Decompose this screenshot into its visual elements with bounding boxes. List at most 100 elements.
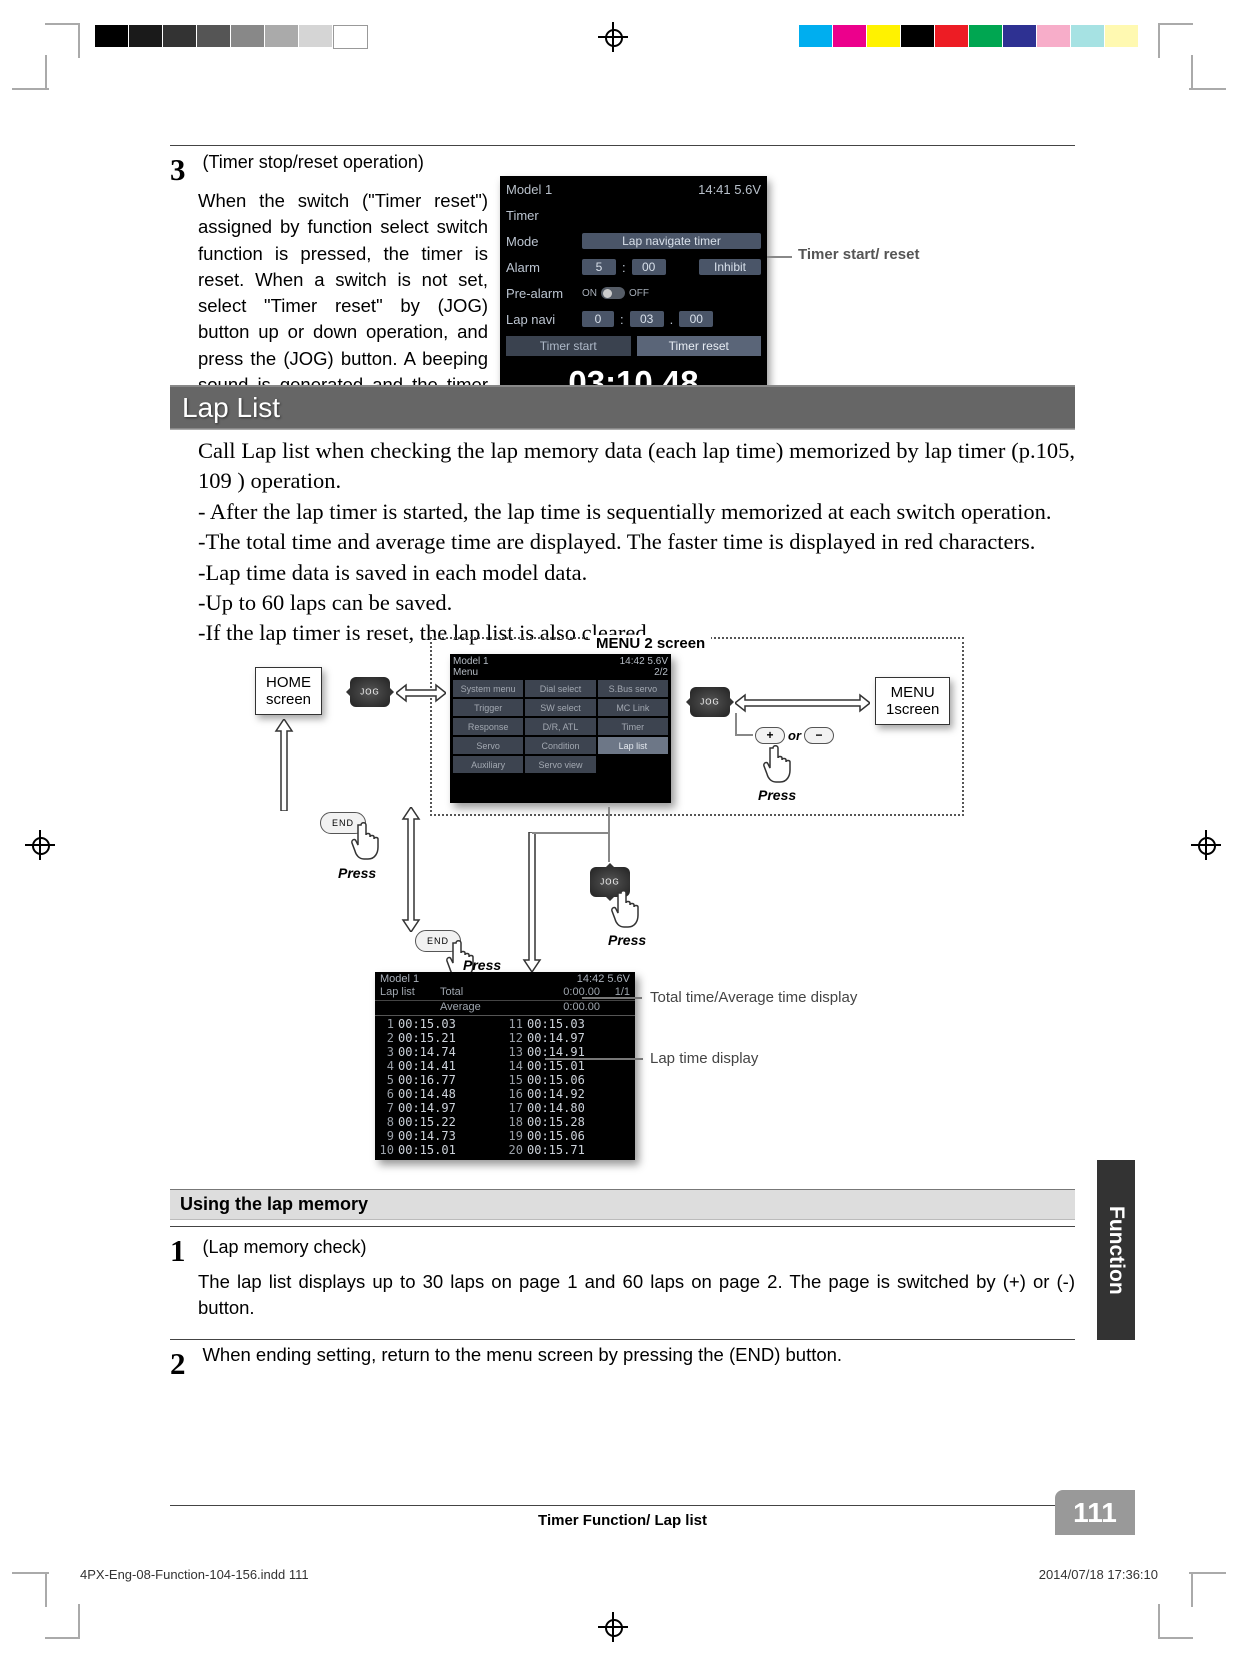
lap-entry: 600:14.48 [378, 1087, 503, 1101]
lcd-timer-label: Timer [506, 208, 539, 223]
lcd-lapnavi-c: 00 [679, 311, 713, 327]
lcd-lapnavi-a: 0 [582, 311, 614, 327]
imprint-left: 4PX-Eng-08-Function-104-156.indd 111 [80, 1567, 309, 1582]
crop-mark [1191, 55, 1193, 90]
lap-entry: 1500:15.06 [507, 1073, 632, 1087]
crop-mark [12, 1572, 49, 1574]
step-2-block: 2 When ending setting, return to the men… [170, 1339, 1075, 1382]
lap-entry: 1300:14.91 [507, 1045, 632, 1059]
step-1-block: 1 (Lap memory check) The lap list displa… [170, 1226, 1075, 1322]
callout-line [545, 1058, 643, 1060]
crop-mark [1158, 1604, 1160, 1639]
lcd-mode-value: Lap navigate timer [582, 233, 761, 249]
lcd-alarm-min: 5 [582, 259, 616, 275]
lap-entry: 200:15.21 [378, 1031, 503, 1045]
lcd-model: Model 1 [506, 182, 552, 197]
jog-icon [690, 687, 730, 717]
connector-line [735, 734, 753, 736]
lcd-alarm-sep: : [622, 260, 626, 275]
lap-entry: 700:14.97 [378, 1101, 503, 1115]
press-label: Press [463, 957, 501, 973]
footer-title: Timer Function/ Lap list [170, 1505, 1075, 1529]
lcd-timer-reset-button: Timer reset [637, 336, 762, 356]
lcd-alarm-state: Inhibit [699, 259, 761, 275]
step2-body: When ending setting, return to the menu … [202, 1344, 842, 1365]
lap-entry: 300:14.74 [378, 1045, 503, 1059]
lcd-status: 14:41 5.6V [698, 182, 761, 197]
section-header-lap-list: Lap List [170, 385, 1075, 430]
or-label: or [788, 728, 801, 743]
lcd-lapnavi-b: 03 [630, 311, 664, 327]
lap-entry: 1900:15.06 [507, 1129, 632, 1143]
crop-mark [45, 1637, 80, 1639]
callout-line [582, 997, 642, 999]
connector-line [608, 807, 610, 862]
menu2-screen-label: MENU 2 screen [590, 635, 711, 652]
intro-p2: - After the lap timer is started, the la… [198, 497, 1075, 527]
crop-mark [78, 1604, 80, 1639]
double-arrow-icon [735, 692, 870, 714]
crosshair-icon [1191, 830, 1221, 860]
plus-button-icon: + [755, 727, 785, 744]
crop-mark [45, 1572, 47, 1607]
callout-line [767, 256, 792, 258]
crosshair-icon [25, 830, 55, 860]
lap-entry: 1600:14.92 [507, 1087, 632, 1101]
press-label: Press [338, 865, 376, 881]
up-arrow-icon [274, 719, 294, 811]
crop-mark [1191, 1572, 1193, 1607]
step1-body: The lap list displays up to 30 laps on p… [198, 1269, 1075, 1322]
hand-press-icon [348, 819, 384, 861]
crop-mark [1158, 1637, 1193, 1639]
crop-mark [1158, 23, 1193, 25]
intro-p4: -Lap time data is saved in each model da… [198, 558, 1075, 588]
crosshair-icon [598, 1612, 628, 1642]
crop-mark [12, 88, 49, 90]
press-label: Press [758, 787, 796, 803]
side-tab-function: Function [1097, 1160, 1135, 1340]
lap-entry: 1100:15.03 [507, 1017, 632, 1031]
callout-timer-reset: Timer start/ reset [798, 246, 919, 263]
lap-entry: 1200:14.97 [507, 1031, 632, 1045]
crop-mark [45, 55, 47, 90]
crop-mark [78, 23, 80, 58]
lap-entry: 1000:15.01 [378, 1143, 503, 1157]
plus-minus-buttons: + or − [755, 727, 834, 744]
callout-total-avg: Total time/Average time display [650, 989, 857, 1006]
lcd-mode-label: Mode [506, 234, 576, 249]
lap-list-lcd-screenshot: Model 1 14:42 5.6V Lap list Total 0:00.0… [375, 972, 635, 1160]
crop-mark [1189, 88, 1226, 90]
press-label: Press [608, 932, 646, 948]
lcd-alarm-sec: 00 [632, 259, 666, 275]
subsection-using-lap-memory: Using the lap memory [170, 1189, 1075, 1220]
navigation-diagram: MENU 2 screen HOME screen MENU 1screen M… [170, 637, 1075, 1167]
crop-mark [45, 23, 80, 25]
menu2-lcd-screenshot: Model 1 14:42 5.6V Menu 2/2 System menu … [450, 654, 671, 803]
lap-entry: 1700:14.80 [507, 1101, 632, 1115]
connector-line [532, 832, 610, 834]
lcd-prealarm-toggle: ON OFF [582, 287, 649, 299]
page-number: 111 [1055, 1490, 1135, 1535]
lap-list-intro: Call Lap list when checking the lap memo… [198, 436, 1075, 649]
lap-entry: 400:14.41 [378, 1059, 503, 1073]
lcd-timer-start-button: Timer start [506, 336, 631, 356]
minus-button-icon: − [804, 727, 834, 744]
crop-mark [1189, 1572, 1226, 1574]
home-screen-node: HOME screen [255, 667, 322, 715]
jog-icon [350, 677, 390, 707]
color-bar [799, 25, 1138, 47]
page-content: 3 (Timer stop/reset operation) When the … [170, 145, 1075, 1400]
intro-p3: -The total time and average time are dis… [198, 527, 1075, 557]
lap-entry: 1400:15.01 [507, 1059, 632, 1073]
grayscale-ramp [95, 25, 368, 49]
lap-entry: 100:15.03 [378, 1017, 503, 1031]
step-number: 3 [170, 152, 198, 188]
lcd-alarm-label: Alarm [506, 260, 576, 275]
lap-entry: 900:14.73 [378, 1129, 503, 1143]
timer-lcd-screenshot: Model 1 14:41 5.6V Timer Mode Lap naviga… [500, 176, 767, 408]
step-number: 1 [170, 1233, 198, 1269]
callout-lap-time: Lap time display [650, 1050, 758, 1067]
hand-press-icon [760, 742, 796, 784]
double-arrow-vertical-icon [400, 807, 422, 932]
step-title: (Timer stop/reset operation) [202, 152, 423, 172]
